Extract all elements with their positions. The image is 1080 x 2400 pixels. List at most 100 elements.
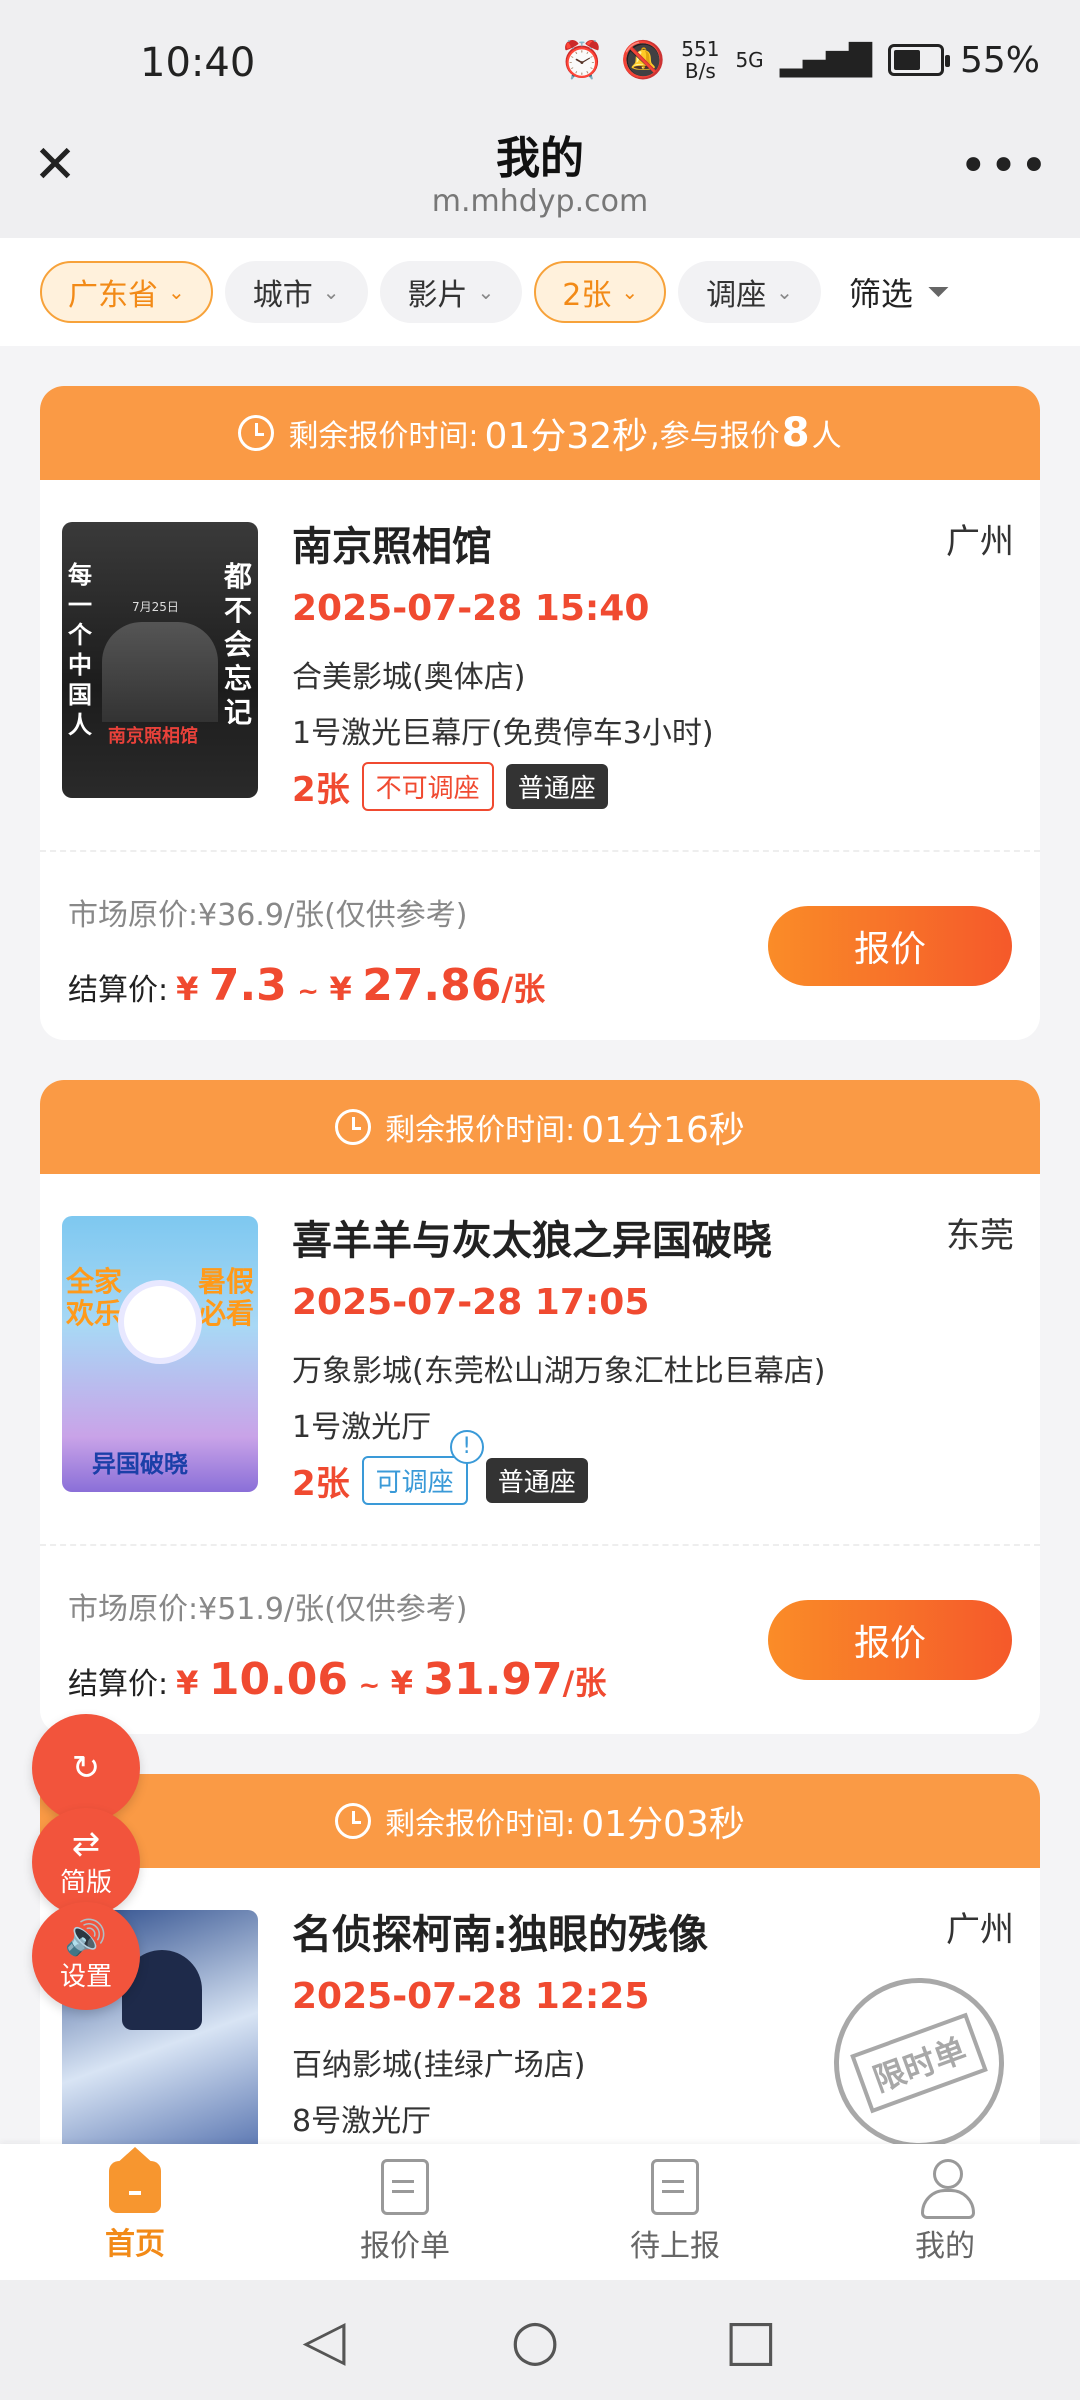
more-icon[interactable]: ••• (959, 138, 1050, 194)
info-icon[interactable]: ! (449, 1430, 484, 1464)
currency-symbol: ¥ (390, 1664, 413, 1702)
stamp-label: 限时单 (850, 2012, 988, 2114)
participants-unit: 人 (811, 419, 842, 454)
system-nav-bar: ◁ ○ □ (0, 2280, 1080, 2400)
tab-quotes[interactable]: 报价单 (270, 2144, 540, 2280)
home-circle-icon[interactable]: ○ (511, 2308, 560, 2373)
seat-type-badge: 普通座 (505, 764, 608, 809)
filter-label: 城市 (252, 278, 313, 313)
movie-poster: 每一个中国人 都不会忘记 7月25日 南京照相馆 (62, 522, 258, 798)
movie-city: 东莞 (946, 1216, 1014, 1256)
range-separator: ~ (358, 1671, 381, 1701)
quote-button[interactable]: 报价 (768, 906, 1012, 986)
currency-symbol: ¥ (329, 970, 352, 1008)
filter-bar: 广东省 ⌄ 城市 ⌄ 影片 ⌄ 2张 ⌄ 调座 ⌄ 筛选 ⏷ (0, 238, 1080, 346)
currency-symbol: ¥ (176, 1664, 199, 1702)
document-icon (381, 2159, 429, 2215)
countdown-value: 01分16秒 (581, 1110, 745, 1151)
settle-label: 结算价: (68, 973, 169, 1008)
order-card: 剩余报价时间: 01分32秒 ,参与报价 8 人 每一个中国人 都不会忘记 7月… (40, 386, 1040, 1040)
filter-province[interactable]: 广东省 ⌄ (40, 261, 213, 323)
hall-name: 1号激光巨幕厅(免费停车3小时) (292, 716, 714, 751)
clock-icon (335, 1803, 372, 1839)
poster-title: 异国破晓 (92, 1450, 188, 1478)
tab-mine[interactable]: 我的 (810, 2144, 1080, 2280)
countdown-label: 剩余报价时间: (288, 419, 479, 454)
settings-button[interactable]: 🔊 设置 (32, 1902, 140, 2010)
price-range: ¥ 7.3 ~ ¥ 27.86/张 (176, 960, 545, 1011)
seat-type-badge: 普通座 (485, 1458, 588, 1503)
movie-city: 广州 (946, 1910, 1014, 1950)
swap-icon: ⇄ (71, 1823, 101, 1864)
quote-button[interactable]: 报价 (768, 1600, 1012, 1680)
settings-label: 设置 (59, 1961, 112, 1992)
filter-movie[interactable]: 影片 ⌄ (379, 261, 523, 323)
document-icon (651, 2159, 699, 2215)
tab-label: 我的 (915, 2229, 975, 2264)
movie-city: 广州 (946, 522, 1014, 562)
net-speed-value: 551 (681, 37, 720, 61)
bottom-tab-bar: 首页 报价单 待上报 我的 (0, 2144, 1080, 2280)
settle-price: 结算价: ¥ 7.3 ~ ¥ 27.86/张 (68, 960, 545, 1011)
market-price: 市场原价:¥36.9/张(仅供参考) (68, 898, 468, 933)
cinema-name: 万象影城(东莞松山湖万象汇杜比巨幕店) (292, 1354, 826, 1389)
filter-city[interactable]: 城市 ⌄ (224, 261, 368, 323)
title-bar: ✕ 我的 m.mhdyp.com ••• (0, 110, 1080, 238)
funnel-icon: ⏷ (926, 275, 950, 308)
page-title: 我的 (496, 133, 584, 184)
countdown-bar: 剩余报价时间: 01分03秒 (40, 1774, 1040, 1868)
speaker-icon: 🔊 (64, 1917, 108, 1958)
show-datetime: 2025-07-28 15:40 (292, 588, 650, 629)
movie-title: 喜羊羊与灰太狼之异国破晓 (292, 1218, 772, 1264)
filter-tickets[interactable]: 2张 ⌄ (534, 261, 667, 323)
cinema-name: 百纳影城(挂绿广场店) (292, 2048, 586, 2083)
simple-mode-button[interactable]: ⇄ 简版 (32, 1808, 140, 1916)
card-body[interactable]: 每一个中国人 都不会忘记 7月25日 南京照相馆 南京照相馆 广州 2025-0… (40, 480, 1040, 850)
back-icon[interactable]: ◁ (303, 2308, 346, 2373)
movie-title: 名侦探柯南:独眼的残像 (292, 1912, 708, 1958)
filter-screen-button[interactable]: 筛选 ⏷ (849, 269, 949, 315)
simple-mode-label: 简版 (59, 1867, 112, 1898)
poster-text-right: 都不会忘记 (224, 560, 253, 729)
hall-name: 8号激光厅 (292, 2104, 432, 2139)
price-low: 7.3 (208, 960, 287, 1011)
countdown-label: 剩余报价时间: (385, 1113, 576, 1148)
card-footer: 市场原价:¥51.9/张(仅供参考) 结算价: ¥ 10.06 ~ ¥ 31.9… (40, 1544, 1040, 1734)
battery-icon (887, 44, 950, 76)
user-icon (919, 2159, 975, 2219)
ticket-tags: 2张 不可调座 普通座 (292, 762, 608, 811)
settle-label: 结算价: (68, 1667, 169, 1702)
ticket-tags: 2张 可调座! 普通座 (292, 1430, 588, 1505)
chevron-down-icon: ⌄ (776, 280, 793, 304)
show-datetime: 2025-07-28 17:05 (292, 1282, 650, 1323)
tab-label: 待上报 (630, 2229, 720, 2264)
movie-poster: 全家欢乐 暑假必看 异国破晓 (62, 1216, 258, 1492)
alarm-icon: ⏰ (559, 40, 605, 81)
order-card: 剩余报价时间: 01分16秒 全家欢乐 暑假必看 异国破晓 喜羊羊与灰太狼之异国… (40, 1080, 1040, 1734)
seat-adjust-badge[interactable]: 可调座! (361, 1430, 484, 1505)
poster-text-right: 暑假必看 (198, 1265, 255, 1330)
seat-adjust-badge: 不可调座 (361, 762, 494, 811)
show-datetime: 2025-07-28 12:25 (292, 1976, 650, 2017)
countdown-bar: 剩余报价时间: 01分16秒 (40, 1080, 1040, 1174)
poster-title: 南京照相馆 (108, 726, 198, 747)
price-range: ¥ 10.06 ~ ¥ 31.97/张 (176, 1654, 606, 1705)
chevron-down-icon: ⌄ (322, 280, 340, 304)
tab-home[interactable]: 首页 (0, 2144, 270, 2280)
price-high: 27.86 (362, 960, 502, 1011)
card-body[interactable]: 全家欢乐 暑假必看 异国破晓 喜羊羊与灰太狼之异国破晓 东莞 2025-07-2… (40, 1174, 1040, 1544)
hall-name: 1号激光厅 (292, 1410, 432, 1445)
ticket-qty: 2张 (292, 1464, 350, 1504)
recents-icon[interactable]: □ (725, 2308, 778, 2373)
signal-label: 5G (735, 48, 764, 72)
page-url: m.mhdyp.com (431, 184, 649, 219)
filter-seat-adjust[interactable]: 调座 ⌄ (678, 261, 821, 323)
filter-label: 广东省 (68, 278, 158, 313)
clock-icon (238, 415, 275, 451)
tab-pending[interactable]: 待上报 (540, 2144, 810, 2280)
countdown-label: 剩余报价时间: (385, 1807, 576, 1842)
limited-time-stamp: 限时单 (810, 1954, 1028, 2172)
participants-count: 8 (781, 410, 810, 456)
price-unit: /张 (562, 1664, 607, 1702)
refresh-button[interactable]: ↻ (32, 1714, 140, 1822)
